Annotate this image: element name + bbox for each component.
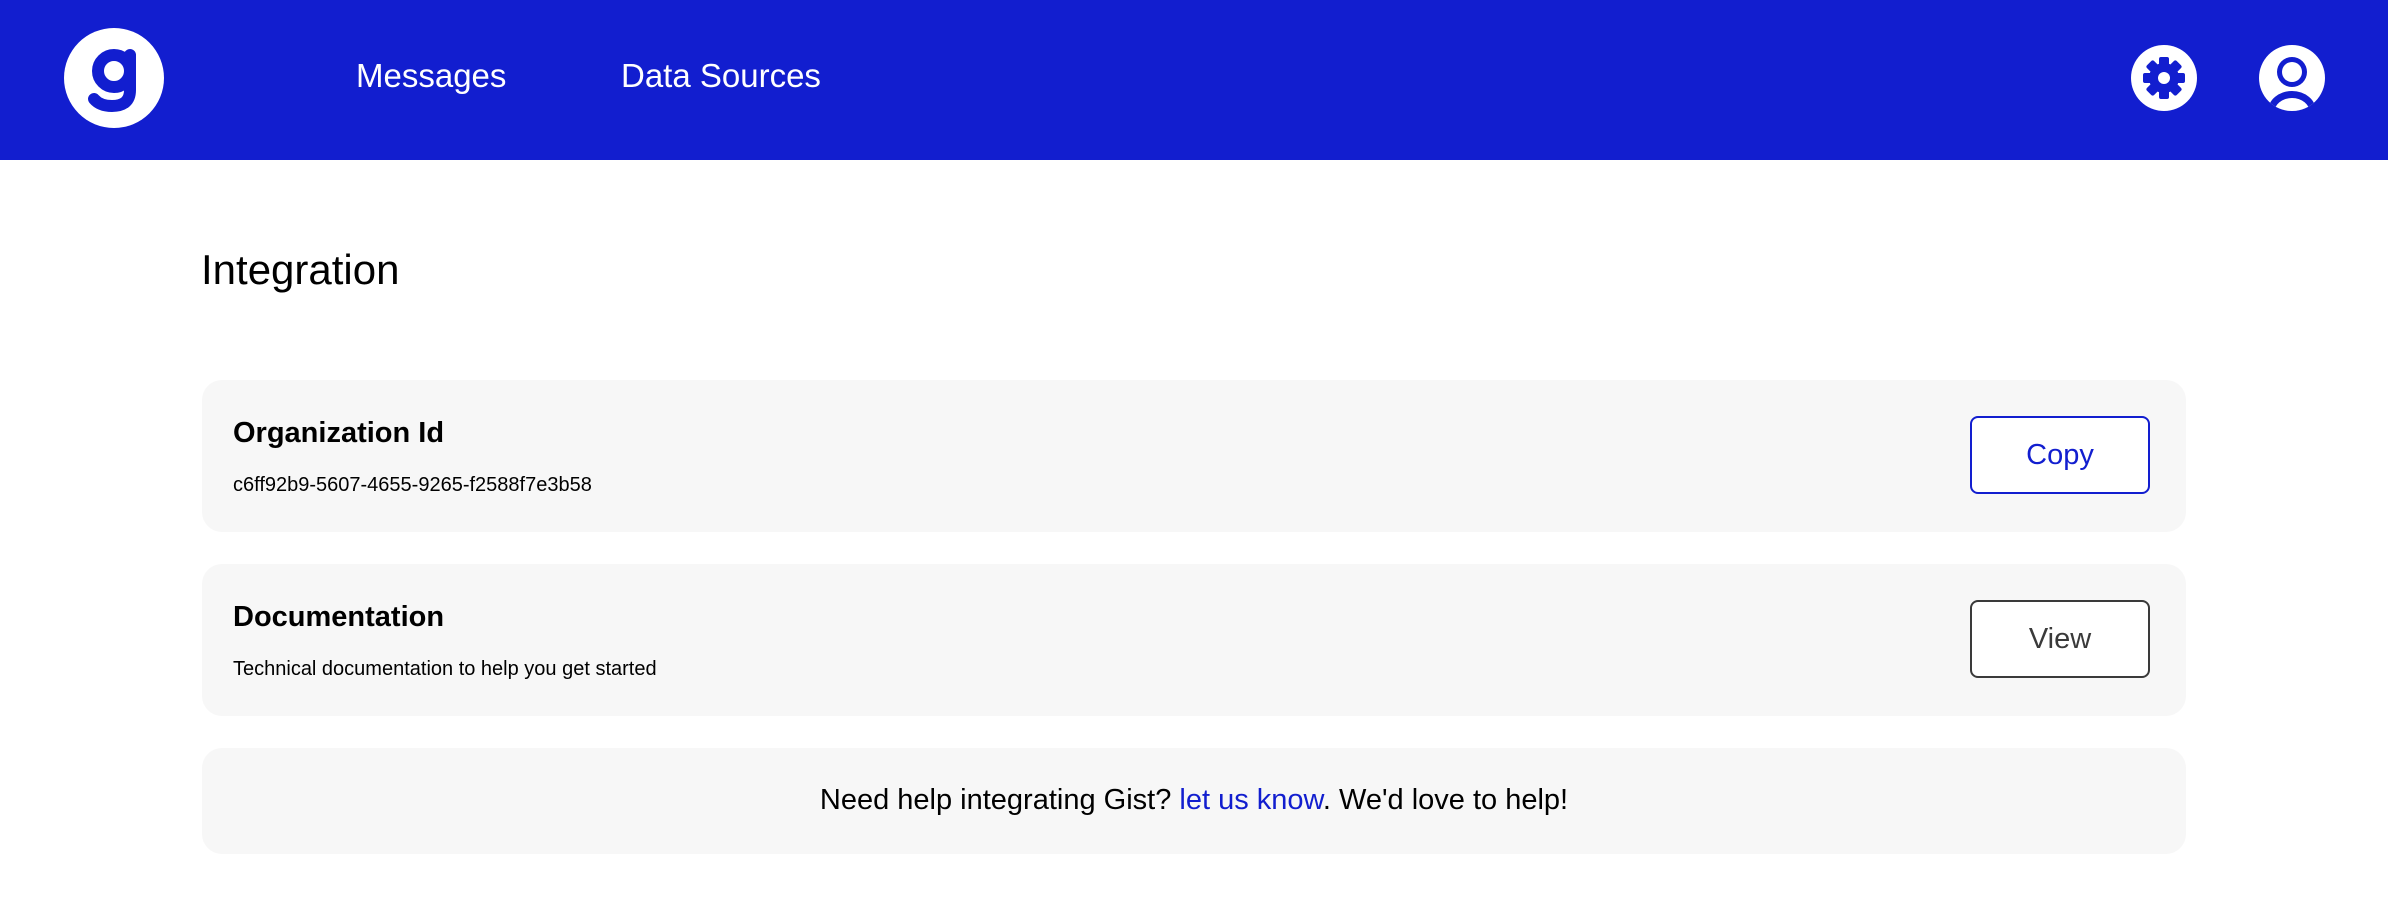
help-text-suffix: . We'd love to help! [1322,784,1569,816]
organization-id-title: Organization Id [233,417,445,449]
nav-link-messages[interactable]: Messages [356,56,506,96]
documentation-card: Documentation Technical documentation to… [202,564,2186,716]
help-text-prefix: Need help integrating Gist? [819,784,1180,816]
page-title: Integration [201,246,400,293]
gear-icon [2131,45,2197,111]
documentation-description: Technical documentation to help you get … [233,658,657,680]
nav-link-data-sources[interactable]: Data Sources [621,56,821,96]
organization-id-card: Organization Id c6ff92b9-5607-4655-9265-… [202,380,2186,532]
gist-logo-icon[interactable] [64,28,164,128]
copy-button[interactable]: Copy [1970,416,2150,494]
let-us-know-link[interactable]: let us know [1179,784,1322,816]
top-nav-bar: Messages Data Sources [0,0,2388,160]
organization-id-value[interactable]: c6ff92b9-5607-4655-9265-f2588f7e3b58 [233,472,592,498]
view-button[interactable]: View [1970,600,2150,678]
help-message: Need help integrating Gist? let us know.… [202,781,2186,819]
settings-button[interactable] [2131,45,2197,111]
documentation-title: Documentation [233,601,445,633]
user-circle-icon [2259,45,2325,111]
help-card: Need help integrating Gist? let us know.… [202,748,2186,854]
gist-logo-glyph [88,49,136,113]
account-button[interactable] [2259,45,2325,111]
